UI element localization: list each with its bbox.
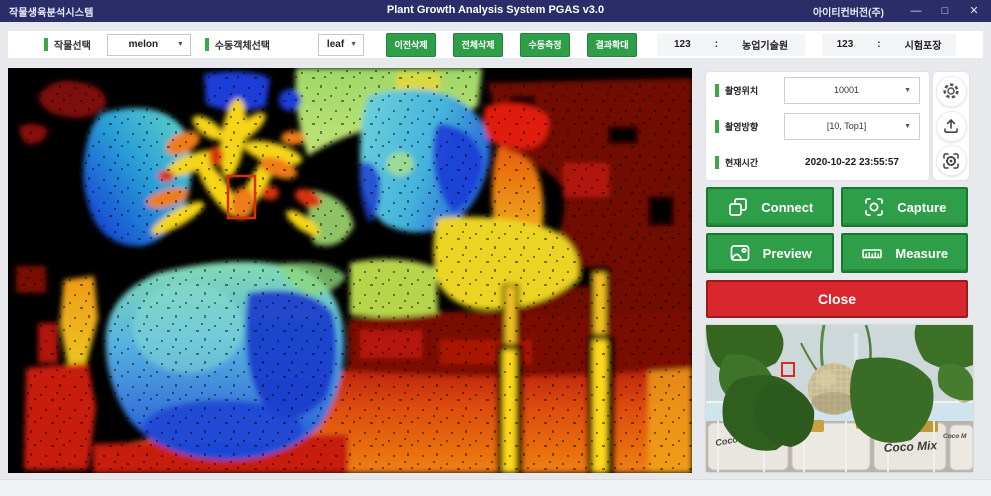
close-label: Close (818, 291, 856, 307)
site-code: 123 (674, 39, 691, 50)
green-indicator (715, 120, 719, 133)
current-time-row: 현재시간 2020-10-22 23:55:57 (706, 144, 929, 180)
capture-button[interactable]: Capture (841, 187, 969, 227)
capture-location-row: 촬영위치 10001 ▼ (706, 72, 929, 108)
close-button[interactable]: Close (706, 280, 968, 318)
green-indicator (44, 38, 48, 51)
action-button-grid: Connect Capture Preview Measure (706, 187, 968, 273)
object-select-value: leaf (325, 39, 346, 50)
site-separator: : (715, 39, 718, 50)
site-code: 123 (837, 39, 854, 50)
preview-icon (728, 241, 752, 265)
capture-direction-value: [10, Top1] (793, 121, 900, 131)
settings-gear-icon[interactable] (936, 76, 967, 107)
preview-button[interactable]: Preview (706, 233, 834, 273)
chevron-down-icon: ▼ (177, 41, 184, 48)
site-name: 시험포장 (905, 37, 942, 52)
green-indicator (715, 156, 719, 169)
noise-overlay (8, 68, 692, 473)
title-bar: 작물생육분석시스템 Plant Growth Analysis System P… (0, 0, 991, 22)
crop-select-value: melon (114, 39, 173, 50)
toolbar: 작물선택 melon ▼ 수동객체선택 leaf ▼ 이전삭제 전체삭제 수동측… (8, 31, 983, 58)
site-field-institute: 123 : 농업기술원 (657, 34, 805, 56)
side-icon-column (933, 72, 969, 180)
minimize-icon[interactable]: — (909, 0, 923, 22)
preview-label: Preview (763, 246, 812, 261)
capture-location-dropdown[interactable]: 10001 ▼ (784, 77, 920, 104)
close-window-icon[interactable]: ✕ (967, 0, 981, 22)
site-separator: : (877, 39, 880, 50)
measure-label: Measure (895, 246, 948, 261)
crop-select-label: 작물선택 (54, 37, 91, 52)
delete-previous-button[interactable]: 이전삭제 (386, 33, 436, 57)
connect-label: Connect (761, 200, 813, 215)
measure-icon (860, 241, 884, 265)
capture-location-label: 촬영위치 (725, 84, 758, 97)
object-select-label: 수동객체선택 (215, 37, 270, 52)
status-bar (0, 479, 991, 496)
delete-all-button[interactable]: 전체삭제 (453, 33, 503, 57)
site-name: 농업기술원 (742, 37, 788, 52)
focus-center-icon[interactable] (936, 145, 967, 176)
chevron-down-icon: ▼ (904, 123, 911, 130)
depth-map-view[interactable] (8, 68, 692, 473)
green-indicator (205, 38, 209, 51)
maximize-icon[interactable]: □ (938, 0, 952, 22)
upload-icon[interactable] (936, 111, 967, 142)
manual-measure-button[interactable]: 수동측정 (520, 33, 570, 57)
green-indicator (715, 84, 719, 97)
current-time-value: 2020-10-22 23:55:57 (784, 157, 920, 168)
reference-photo: Coco Mix Coco Coco M (706, 325, 973, 472)
current-time-label: 현재시간 (725, 156, 758, 169)
capture-direction-row: 촬영방향 [10, Top1] ▼ (706, 108, 929, 144)
measure-button[interactable]: Measure (841, 233, 969, 273)
result-zoom-button[interactable]: 결과확대 (587, 33, 637, 57)
capture-direction-dropdown[interactable]: [10, Top1] ▼ (784, 113, 920, 140)
capture-direction-label: 촬영방향 (725, 120, 758, 133)
coco-bag-label-right: Coco M (943, 433, 967, 440)
titlebar-right: 아이티컨버전(주) — □ ✕ (813, 0, 981, 22)
chevron-down-icon: ▼ (904, 87, 911, 94)
object-select-dropdown[interactable]: leaf ▼ (318, 34, 364, 56)
capture-icon (862, 195, 886, 219)
connect-icon (726, 195, 750, 219)
capture-label: Capture (897, 200, 946, 215)
company-name: 아이티컨버전(주) (813, 4, 884, 19)
capture-location-value: 10001 (793, 85, 900, 95)
capture-settings-panel: 촬영위치 10001 ▼ 촬영방향 [10, Top1] ▼ 현재시간 2020… (706, 72, 929, 180)
chevron-down-icon: ▼ (350, 41, 357, 48)
site-field-testfield: 123 : 시험포장 (822, 34, 956, 56)
connect-button[interactable]: Connect (706, 187, 834, 227)
crop-select-dropdown[interactable]: melon ▼ (107, 34, 191, 56)
